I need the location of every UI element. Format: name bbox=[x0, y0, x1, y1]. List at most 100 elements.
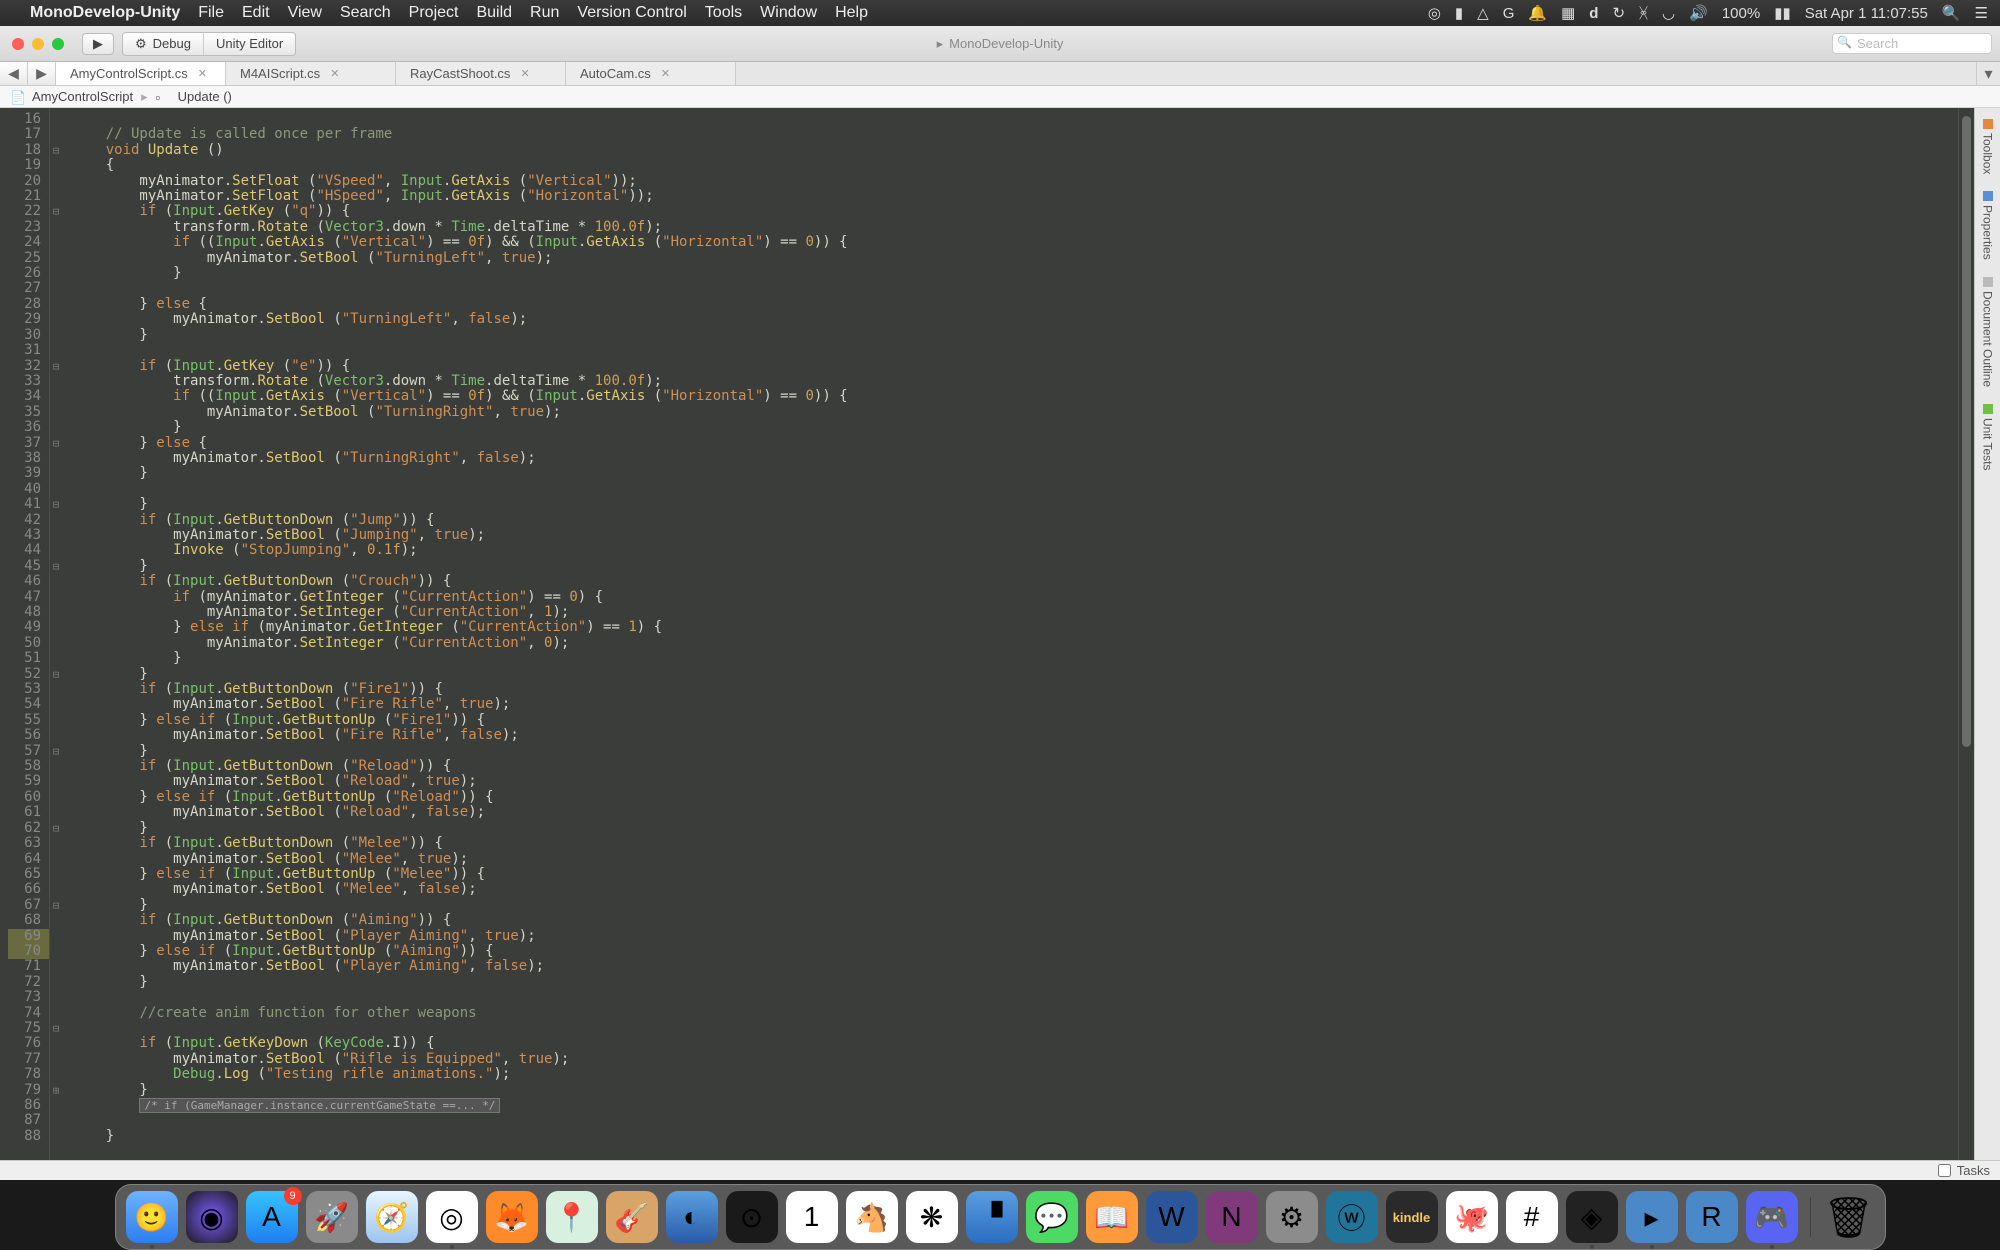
photos-icon[interactable]: ❋ bbox=[906, 1191, 958, 1243]
code-editor: 16 17 18 19 20 21 22 23 24 25 26 27 28 2… bbox=[0, 108, 2000, 1160]
firefox-icon[interactable]: 🦊 bbox=[486, 1191, 538, 1243]
menu-view[interactable]: View bbox=[288, 4, 322, 22]
menu-version-control[interactable]: Version Control bbox=[577, 4, 686, 22]
safari-icon[interactable]: 🧭 bbox=[366, 1191, 418, 1243]
status-icon[interactable]: 🔔 bbox=[1528, 4, 1547, 22]
steam-icon[interactable]: ⊙ bbox=[726, 1191, 778, 1243]
file-icon: 📄 bbox=[10, 90, 24, 104]
kindle-icon[interactable]: kindle bbox=[1386, 1191, 1438, 1243]
tab-nav-forward-button[interactable]: ▶ bbox=[28, 62, 56, 85]
breadcrumb-member[interactable]: Update () bbox=[178, 89, 232, 104]
calendar-icon[interactable]: 1 bbox=[786, 1191, 838, 1243]
document-tab[interactable]: AutoCam.cs✕ bbox=[566, 62, 736, 85]
ibooks-icon[interactable]: 📖 bbox=[1086, 1191, 1138, 1243]
siri-icon[interactable]: ◉ bbox=[186, 1191, 238, 1243]
garageband-icon[interactable]: 🎸 bbox=[606, 1191, 658, 1243]
side-panel-document-outline[interactable]: Document Outline bbox=[1978, 270, 1998, 394]
word-icon[interactable]: W bbox=[1146, 1191, 1198, 1243]
menu-help[interactable]: Help bbox=[835, 4, 868, 22]
search-input[interactable]: Search bbox=[1832, 33, 1992, 54]
document-tab[interactable]: RayCastShoot.cs✕ bbox=[396, 62, 566, 85]
document-tab[interactable]: AmyControlScript.cs ✕ bbox=[56, 62, 226, 85]
breadcrumb[interactable]: 📄 AmyControlScript ▸ ▫ Update () bbox=[0, 86, 2000, 108]
tab-label: AmyControlScript.cs bbox=[70, 66, 188, 81]
tasks-panel-toggle[interactable]: Tasks bbox=[0, 1160, 2000, 1180]
onenote-icon[interactable]: N bbox=[1206, 1191, 1258, 1243]
slack-icon[interactable]: # bbox=[1506, 1191, 1558, 1243]
status-icon[interactable]: G bbox=[1503, 5, 1515, 22]
tasks-label: Tasks bbox=[1957, 1163, 1990, 1178]
tab-overflow-button[interactable]: ▾ bbox=[1976, 62, 2000, 85]
battery-percent[interactable]: 100% bbox=[1722, 5, 1760, 22]
close-icon[interactable]: ✕ bbox=[661, 67, 670, 80]
chrome-icon[interactable]: ◎ bbox=[426, 1191, 478, 1243]
bluetooth-icon[interactable]: ᚸ bbox=[1639, 5, 1648, 22]
app-icon[interactable]: ◐ bbox=[666, 1191, 718, 1243]
side-panel-properties[interactable]: Properties bbox=[1978, 184, 1998, 267]
minimize-window-button[interactable] bbox=[32, 38, 44, 50]
wordpress-icon[interactable]: ⓦ bbox=[1326, 1191, 1378, 1243]
run-target-label: Unity Editor bbox=[216, 36, 283, 51]
volume-icon[interactable]: 🔊 bbox=[1689, 4, 1708, 22]
run-config-label: Debug bbox=[153, 36, 191, 51]
tab-nav-back-button[interactable]: ◀ bbox=[0, 62, 28, 85]
run-config-selector[interactable]: ⚙Debug Unity Editor bbox=[122, 32, 296, 56]
appstore-icon[interactable]: A9 bbox=[246, 1191, 298, 1243]
github-icon[interactable]: 🐙 bbox=[1446, 1191, 1498, 1243]
messages-icon[interactable]: 💬 bbox=[1026, 1191, 1078, 1243]
status-icon[interactable]: △ bbox=[1477, 4, 1489, 22]
scrollbar-thumb[interactable] bbox=[1962, 116, 1971, 747]
clock[interactable]: Sat Apr 1 11:07:55 bbox=[1805, 5, 1928, 22]
finder-icon[interactable]: 🙂 bbox=[126, 1191, 178, 1243]
breadcrumb-file[interactable]: AmyControlScript bbox=[32, 89, 133, 104]
unity-icon[interactable]: ◈ bbox=[1566, 1191, 1618, 1243]
line-number-gutter[interactable]: 16 17 18 19 20 21 22 23 24 25 26 27 28 2… bbox=[0, 108, 50, 1160]
status-icon[interactable]: ▦ bbox=[1561, 4, 1575, 22]
wifi-icon[interactable]: ◡ bbox=[1662, 4, 1675, 22]
maximize-window-button[interactable] bbox=[52, 38, 64, 50]
fold-gutter[interactable]: ⊟ ⊟ ⊟ ⊟ ⊟ ⊟ ⊟ ⊟ ⊟ ⊟ ⊟ ⊞ bbox=[50, 108, 62, 1160]
close-icon[interactable]: ✕ bbox=[520, 67, 529, 80]
monodevelop-icon[interactable]: ▸ bbox=[1626, 1191, 1678, 1243]
menu-project[interactable]: Project bbox=[409, 4, 459, 22]
menu-run[interactable]: Run bbox=[530, 4, 559, 22]
trash-icon[interactable]: 🗑 bbox=[1823, 1191, 1875, 1243]
window-title-text: MonoDevelop-Unity bbox=[949, 36, 1063, 51]
menu-edit[interactable]: Edit bbox=[242, 4, 270, 22]
document-tab[interactable]: M4AIScript.cs✕ bbox=[226, 62, 396, 85]
menu-build[interactable]: Build bbox=[476, 4, 512, 22]
keynote-icon[interactable]: ▝ bbox=[966, 1191, 1018, 1243]
run-button[interactable]: ▶ bbox=[82, 33, 114, 55]
timemachine-icon[interactable]: ↻ bbox=[1612, 4, 1625, 22]
side-panel-unit-tests[interactable]: Unit Tests bbox=[1978, 397, 1998, 477]
close-icon[interactable]: ✕ bbox=[198, 67, 207, 80]
panel-icon bbox=[1983, 277, 1993, 287]
notification-center-icon[interactable]: ☰ bbox=[1975, 4, 1988, 22]
battery-icon[interactable]: ▮▮ bbox=[1774, 4, 1791, 22]
menu-window[interactable]: Window bbox=[760, 4, 817, 22]
close-window-button[interactable] bbox=[12, 38, 24, 50]
side-panel-toolbox[interactable]: Toolbox bbox=[1978, 112, 1998, 181]
menu-file[interactable]: File bbox=[198, 4, 224, 22]
settings-icon[interactable]: ⚙ bbox=[1266, 1191, 1318, 1243]
method-icon: ▫ bbox=[156, 90, 170, 104]
running-indicator-icon bbox=[450, 1245, 454, 1249]
maps-icon[interactable]: 📍 bbox=[546, 1191, 598, 1243]
app-toolbar: ▶ ⚙Debug Unity Editor ▸ MonoDevelop-Unit… bbox=[0, 26, 2000, 62]
menubar-app-name[interactable]: MonoDevelop-Unity bbox=[30, 4, 180, 22]
vertical-scrollbar[interactable] bbox=[1958, 108, 1974, 1160]
app3-icon[interactable]: R bbox=[1686, 1191, 1738, 1243]
menu-search[interactable]: Search bbox=[340, 4, 391, 22]
menu-tools[interactable]: Tools bbox=[705, 4, 742, 22]
discord-icon[interactable]: 🎮 bbox=[1746, 1191, 1798, 1243]
status-icon[interactable]: ▮ bbox=[1455, 4, 1463, 22]
app2-icon[interactable]: 🐴 bbox=[846, 1191, 898, 1243]
spotlight-icon[interactable]: 🔍 bbox=[1942, 4, 1961, 22]
launchpad-icon[interactable]: 🚀 bbox=[306, 1191, 358, 1243]
status-icon[interactable]: ◎ bbox=[1428, 4, 1441, 22]
code-area[interactable]: // Update is called once per frame void … bbox=[62, 108, 1958, 1160]
status-icon[interactable]: d bbox=[1589, 5, 1598, 22]
close-icon[interactable]: ✕ bbox=[330, 67, 339, 80]
macos-dock: 🙂◉A9🚀🧭◎🦊📍🎸◐⊙1🐴❋▝💬📖WN⚙ⓦkindle🐙#◈▸R🎮 🗑 bbox=[115, 1184, 1886, 1250]
tasks-checkbox[interactable] bbox=[1938, 1164, 1951, 1177]
